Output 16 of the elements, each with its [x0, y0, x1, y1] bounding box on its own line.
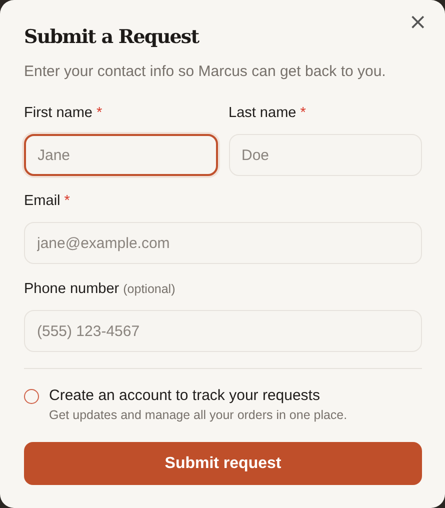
field-label: Last name	[228, 105, 296, 121]
submit-button[interactable]: Submit request	[24, 442, 422, 485]
required-asterisk: *	[96, 105, 102, 121]
optional-note: (optional)	[123, 282, 176, 296]
required-asterisk: *	[300, 105, 306, 121]
input-field[interactable]: Jane	[24, 134, 218, 176]
required-asterisk: *	[64, 193, 70, 209]
checkbox-label: Create an account to track your requests	[49, 387, 321, 404]
field-label: Phone number	[24, 281, 120, 297]
field-label: Email	[24, 193, 60, 209]
close-button[interactable]: ×	[404, 11, 431, 35]
field-label: First name	[24, 105, 92, 121]
dialog-subtitle: Enter your contact info so Marcus can get back to you.	[24, 63, 387, 80]
checkbox-description: Get updates and manage all your orders in one place.	[49, 408, 348, 422]
dialog-title: Submit a Request	[24, 26, 200, 50]
checkbox[interactable]	[24, 389, 39, 404]
